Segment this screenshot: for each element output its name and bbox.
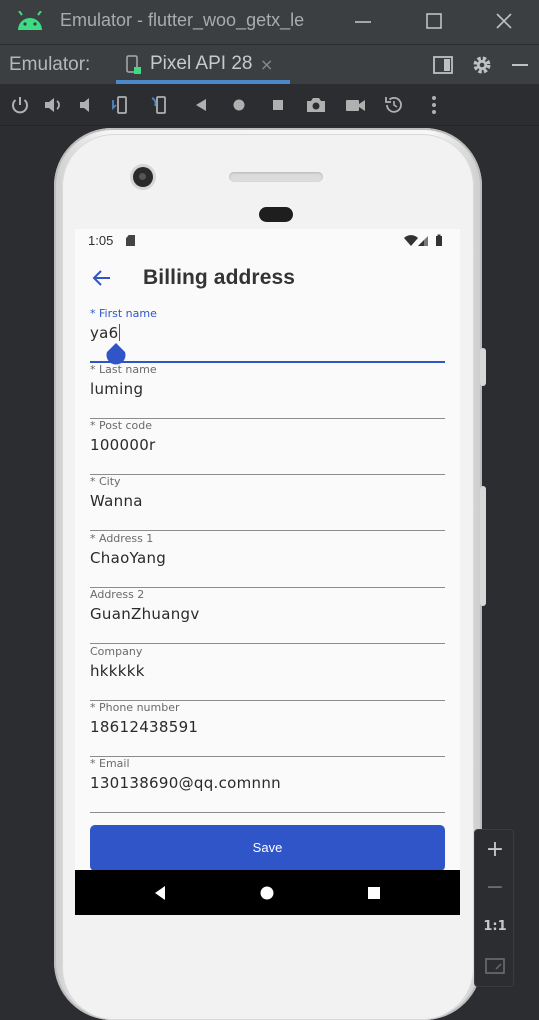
address-1-label: * Address 1 [90, 532, 154, 545]
post-code-field[interactable]: * Post code 100000r [90, 419, 445, 475]
emulator-toolbar [0, 84, 539, 126]
front-camera [133, 167, 153, 187]
last-name-input[interactable]: luming [90, 380, 143, 398]
home-icon[interactable] [228, 94, 250, 116]
minimize-button[interactable] [348, 8, 378, 36]
status-icons [404, 234, 442, 246]
nav-overview-icon[interactable] [364, 883, 384, 903]
screenshot-icon[interactable] [305, 94, 327, 116]
company-label: Company [90, 645, 143, 658]
close-icon [496, 13, 512, 29]
window-titlebar: Emulator - flutter_woo_getx_le [0, 0, 539, 44]
company-field[interactable]: Company hkkkkk [90, 645, 445, 701]
more-icon[interactable] [423, 94, 445, 116]
first-name-input[interactable]: ya6 [90, 324, 121, 342]
text-caret [118, 324, 121, 341]
rotate-left-icon[interactable] [110, 94, 132, 116]
email-field[interactable]: * Email 130138690@qq.comnnn [90, 757, 445, 813]
fit-screen-icon [485, 958, 505, 974]
zoom-actual-size-button[interactable]: 1:1 [475, 908, 515, 946]
first-name-value: ya6 [90, 324, 119, 342]
android-logo-icon [18, 11, 42, 30]
sd-card-icon [126, 235, 135, 246]
address-1-input[interactable]: ChaoYang [90, 549, 166, 567]
overview-icon[interactable] [267, 94, 289, 116]
address-2-label: Address 2 [90, 588, 145, 601]
window-title: Emulator - flutter_woo_getx_le [60, 10, 305, 30]
last-name-field[interactable]: * Last name luming [90, 363, 445, 419]
volume-up-icon[interactable] [42, 94, 64, 116]
address-1-field[interactable]: * Address 1 ChaoYang [90, 532, 445, 588]
volume-down-icon[interactable] [76, 94, 98, 116]
first-name-field[interactable]: * First name ya6 [90, 307, 445, 363]
save-button[interactable]: Save [90, 825, 445, 871]
first-name-label: * First name [90, 307, 157, 320]
back-icon[interactable] [190, 94, 212, 116]
device-volume-rocker [480, 486, 486, 606]
proximity-sensor [259, 207, 293, 222]
power-icon[interactable] [9, 94, 31, 116]
gear-icon[interactable] [470, 53, 494, 77]
device-tab-label: Pixel API 28 [150, 53, 253, 74]
status-time: 1:05 [88, 233, 114, 248]
device-side-button [480, 348, 486, 386]
phone-number-field[interactable]: * Phone number 18612438591 [90, 701, 445, 757]
zoom-controls: + − 1:1 [474, 829, 514, 987]
emulator-label: Emulator: [9, 54, 91, 75]
battery-icon [436, 234, 442, 246]
phone-number-label: * Phone number [90, 701, 180, 714]
earpiece-speaker [229, 172, 323, 182]
snapshot-icon[interactable] [383, 94, 405, 116]
post-code-input[interactable]: 100000r [90, 436, 156, 454]
city-field[interactable]: * City Wanna [90, 475, 445, 531]
phone-number-input[interactable]: 18612438591 [90, 718, 198, 736]
record-icon[interactable] [344, 94, 366, 116]
wifi-icon [404, 235, 418, 246]
city-input[interactable]: Wanna [90, 492, 143, 510]
device-screen: 1:05 Billing address * First name ya6 * … [75, 229, 460, 915]
hide-panel-icon[interactable] [508, 53, 532, 77]
zoom-fit-button[interactable] [475, 947, 515, 985]
zoom-out-button[interactable]: − [475, 869, 515, 907]
city-label: * City [90, 475, 121, 488]
close-window-button[interactable] [489, 8, 519, 36]
maximize-icon [426, 13, 442, 29]
back-arrow-icon[interactable] [91, 267, 113, 289]
layout-toggle-icon[interactable] [431, 53, 455, 77]
tab-pixel-api-28[interactable]: Pixel API 28 × [116, 45, 290, 85]
minimize-icon [355, 21, 371, 23]
address-2-input[interactable]: GuanZhuangv [90, 605, 200, 623]
last-name-label: * Last name [90, 363, 157, 376]
emulator-tabbar: Emulator: Pixel API 28 × [0, 44, 539, 84]
device-phone-icon [126, 55, 141, 74]
status-bar: 1:05 [75, 229, 460, 253]
page-title: Billing address [143, 266, 296, 289]
nav-back-icon[interactable] [150, 883, 170, 903]
app-bar: Billing address [75, 253, 460, 305]
email-label: * Email [90, 757, 130, 770]
post-code-label: * Post code [90, 419, 153, 432]
android-navigation-bar [75, 870, 460, 915]
maximize-button[interactable] [419, 8, 449, 36]
company-input[interactable]: hkkkkk [90, 662, 145, 680]
signal-icon [418, 236, 428, 246]
address-2-field[interactable]: Address 2 GuanZhuangv [90, 588, 445, 644]
close-tab-icon[interactable]: × [260, 55, 273, 74]
email-input[interactable]: 130138690@qq.comnnn [90, 774, 281, 792]
nav-home-icon[interactable] [257, 883, 277, 903]
rotate-right-icon[interactable] [149, 94, 171, 116]
zoom-in-button[interactable]: + [475, 831, 515, 869]
